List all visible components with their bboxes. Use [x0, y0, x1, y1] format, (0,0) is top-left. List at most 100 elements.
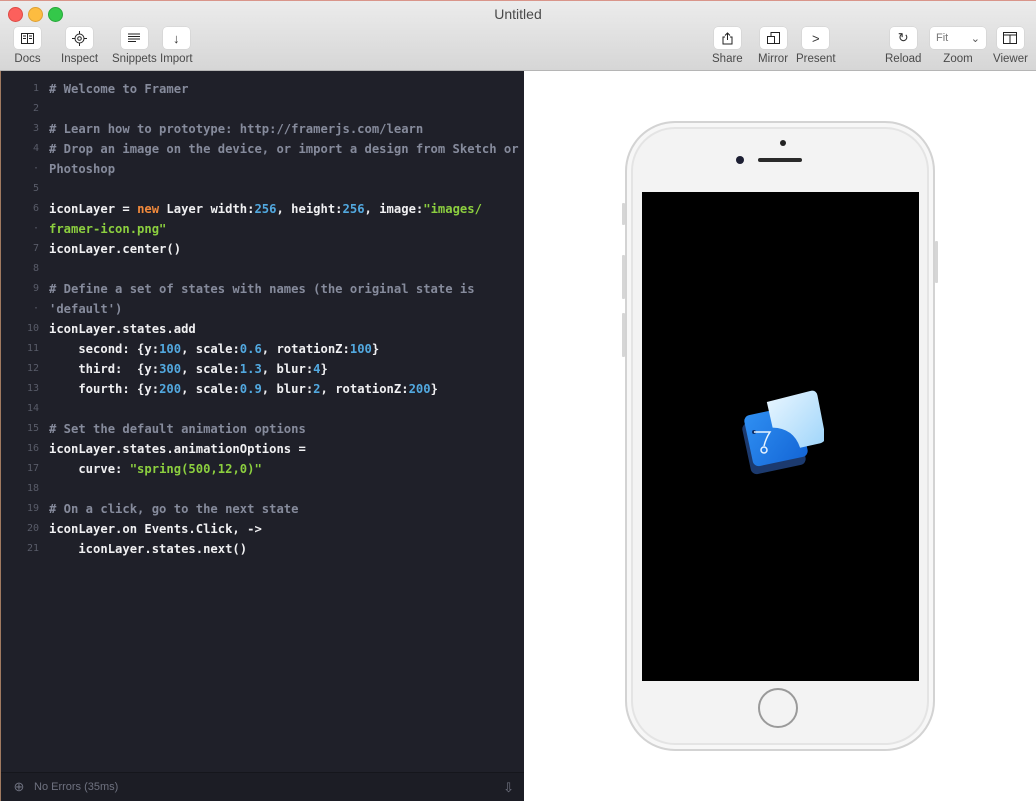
line-number: 8 [32, 263, 39, 274]
code-text[interactable]: iconLayer.on Events.Click, -> [49, 519, 262, 539]
code-text[interactable]: framer-icon.png" [49, 219, 166, 239]
code-token: third: {y: [49, 362, 160, 376]
code-text[interactable]: iconLayer.states.next() [49, 539, 247, 559]
code-token: 100 [159, 342, 182, 356]
code-text[interactable]: # Set the default animation options [49, 419, 306, 439]
code-line[interactable]: 8 [1, 259, 524, 279]
code-text[interactable]: # Learn how to prototype: http://framerj… [49, 119, 423, 139]
code-text[interactable]: # Welcome to Framer [49, 79, 188, 99]
status-text: No Errors (35ms) [34, 781, 119, 793]
device-viewer [524, 71, 1036, 801]
code-line[interactable]: 18 [1, 479, 524, 499]
device-screen[interactable] [642, 192, 919, 681]
code-token: framer-icon.png" [49, 222, 167, 236]
code-line[interactable]: 11 second: {y:100, scale:0.6, rotationZ:… [1, 339, 524, 359]
code-line[interactable]: 6 iconLayer = new Layer width:256, height… [1, 199, 524, 219]
code-text[interactable]: curve: "spring(500,12,0)" [49, 459, 261, 479]
present-button[interactable]: > Present [796, 27, 836, 65]
mirror-button[interactable]: Mirror [758, 27, 788, 65]
code-line[interactable]: · 'default') [1, 299, 524, 319]
code-text[interactable]: Photoshop [49, 159, 115, 179]
code-text[interactable]: fourth: {y:200, scale:0.9, blur:2, rotat… [49, 379, 438, 399]
mirror-label: Mirror [758, 53, 789, 65]
line-number: 4 [32, 143, 39, 154]
mute-switch [622, 203, 625, 225]
line-number: 19 [26, 503, 39, 514]
device-rotate-icon[interactable]: ⇩ [503, 780, 514, 796]
code-line[interactable]: 10 iconLayer.states.add [1, 319, 524, 339]
code-line[interactable]: 21 iconLayer.states.next() [1, 539, 524, 559]
reload-button[interactable]: ↻ Reload [885, 27, 921, 65]
line-number: 20 [26, 523, 39, 534]
code-token: # Welcome to Framer [49, 82, 189, 96]
code-text[interactable]: iconLayer.states.animationOptions = [49, 439, 306, 459]
code-line[interactable]: 3 # Learn how to prototype: http://framer… [1, 119, 524, 139]
line-number: · [32, 223, 39, 234]
share-button[interactable]: Share [712, 27, 743, 65]
code-line[interactable]: 9 # Define a set of states with names (th… [1, 279, 524, 299]
code-line[interactable]: 5 [1, 179, 524, 199]
line-number: 9 [32, 283, 39, 294]
code-text[interactable]: # Drop an image on the device, or import… [49, 139, 519, 159]
code-text[interactable]: iconLayer.states.add [49, 319, 196, 339]
code-token: } [320, 362, 328, 376]
line-number: 18 [26, 483, 39, 494]
code-text[interactable]: second: {y:100, scale:0.6, rotationZ:100… [49, 339, 379, 359]
code-token: 1.3 [239, 362, 262, 376]
code-token: 256 [342, 202, 365, 216]
code-token: # Set the default animation options [49, 422, 306, 436]
code-token: iconLayer.center() [49, 242, 182, 256]
code-text[interactable]: 'default') [49, 299, 122, 319]
earpiece-speaker [758, 158, 802, 162]
code-line[interactable]: 15 # Set the default animation options [1, 419, 524, 439]
code-line[interactable]: 14 [1, 399, 524, 419]
code-token: 300 [159, 362, 182, 376]
code-text[interactable]: # On a click, go to the next state [49, 499, 298, 519]
code-token: # Learn how to prototype: http://framerj… [49, 122, 424, 136]
line-number: · [32, 303, 39, 314]
code-line[interactable]: 4 # Drop an image on the device, or impor… [1, 139, 524, 159]
snippets-label: Snippets [112, 53, 157, 65]
code-token: 0.6 [239, 342, 262, 356]
code-text[interactable]: third: {y:300, scale:1.3, blur:4} [49, 359, 328, 379]
code-token: # On a click, go to the next state [49, 502, 299, 516]
share-icon [722, 31, 733, 44]
code-editor[interactable]: 1 # Welcome to Framer 2 3 # Learn how to pro… [0, 71, 524, 801]
code-text[interactable]: iconLayer = new Layer width:256, height:… [49, 199, 482, 219]
code-token: } [371, 342, 380, 356]
code-token: # Define a set of states with names (the… [49, 282, 475, 296]
code-line[interactable]: 16 iconLayer.states.animationOptions = [1, 439, 524, 459]
code-line[interactable]: 20 iconLayer.on Events.Click, -> [1, 519, 524, 539]
snippets-button[interactable]: Snippets [112, 27, 157, 65]
zoom-dropdown[interactable]: Fit ⌄ Zoom [930, 27, 986, 65]
sensor-dot [780, 140, 786, 146]
code-text[interactable]: # Define a set of states with names (the… [49, 279, 475, 299]
code-line[interactable]: · Photoshop [1, 159, 524, 179]
code-line[interactable]: 17 curve: "spring(500,12,0)" [1, 459, 524, 479]
docs-button[interactable]: Docs [14, 27, 41, 65]
code-line[interactable]: 19 # On a click, go to the next state [1, 499, 524, 519]
code-lines[interactable]: 1 # Welcome to Framer 2 3 # Learn how to pro… [1, 79, 524, 559]
code-text[interactable]: iconLayer.center() [49, 239, 181, 259]
line-number: 6 [32, 203, 39, 214]
viewer-button[interactable]: Viewer [993, 27, 1028, 65]
power-button [935, 241, 938, 283]
code-line[interactable]: 12 third: {y:300, scale:1.3, blur:4} [1, 359, 524, 379]
front-camera [736, 156, 744, 164]
code-line[interactable]: 1 # Welcome to Framer [1, 79, 524, 99]
target-icon[interactable]: ⊕ [12, 780, 26, 794]
inspect-button[interactable]: Inspect [61, 27, 98, 65]
framer-icon[interactable] [738, 388, 824, 480]
code-line[interactable]: 7 iconLayer.center() [1, 239, 524, 259]
code-token: Layer width: [159, 202, 255, 216]
line-number: 1 [32, 83, 39, 94]
code-line[interactable]: 2 [1, 99, 524, 119]
code-line[interactable]: 13 fourth: {y:200, scale:0.9, blur:2, ro… [1, 379, 524, 399]
code-line[interactable]: · framer-icon.png" [1, 219, 524, 239]
code-token: } [430, 382, 438, 396]
line-number: 5 [32, 183, 39, 194]
import-button[interactable]: ↓ Import [160, 27, 193, 65]
code-token: 4 [313, 362, 321, 376]
home-button[interactable] [758, 688, 798, 728]
line-number: 21 [26, 543, 39, 554]
